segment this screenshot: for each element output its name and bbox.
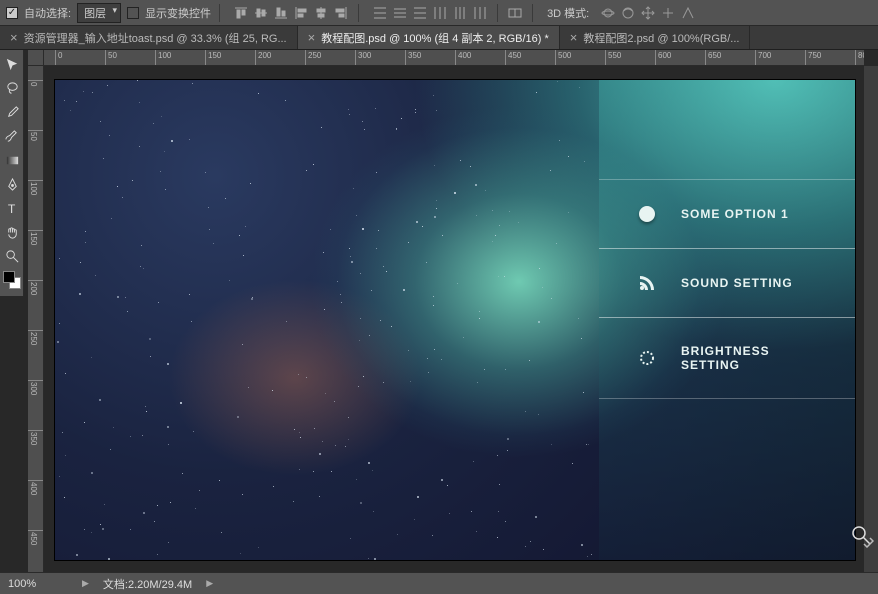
work-area: T 05010015020025030035040045050055060065…	[0, 50, 878, 572]
divider	[219, 4, 220, 22]
divider	[358, 4, 359, 22]
chevron-right-icon[interactable]: ▶	[206, 578, 213, 589]
align-top-icon[interactable]	[232, 4, 250, 22]
document-size-label: 文档:2.20M/29.4M	[103, 576, 192, 592]
lasso-tool-icon[interactable]	[1, 77, 23, 99]
dist-hcent-icon[interactable]	[451, 4, 469, 22]
orbit-3d-icon[interactable]	[599, 4, 617, 22]
menu-item-label: BRIGHTNESS SETTING	[681, 344, 831, 372]
close-icon[interactable]: ×	[10, 30, 18, 45]
distribute-group	[371, 4, 489, 22]
align-hcenter-icon[interactable]	[312, 4, 330, 22]
layer-target-select[interactable]: 图层	[77, 3, 121, 23]
align-right-icon[interactable]	[332, 4, 350, 22]
tab-document-0[interactable]: × 资源管理器_输入地址toast.psd @ 33.3% (组 25, RG.…	[0, 26, 298, 49]
dot-icon	[639, 206, 655, 222]
ruler-vertical[interactable]: 050100150200250300350400450500	[28, 66, 44, 572]
tab-label: 资源管理器_输入地址toast.psd @ 33.3% (组 25, RG...	[24, 30, 287, 46]
zoom-level-field[interactable]: 100%	[8, 578, 68, 590]
slide-3d-icon[interactable]	[659, 4, 677, 22]
chevron-right-icon[interactable]: ▶	[82, 578, 89, 589]
tab-document-1[interactable]: × 教程配图.psd @ 100% (组 4 副本 2, RGB/16) *	[298, 26, 560, 49]
zoom-tool-icon[interactable]	[1, 245, 23, 267]
zoom-3d-icon[interactable]	[679, 4, 697, 22]
svg-text:T: T	[7, 202, 15, 216]
ruler-origin[interactable]	[28, 50, 44, 66]
align-edges-group	[232, 4, 350, 22]
foreground-color-swatch[interactable]	[3, 271, 15, 283]
align-bottom-icon[interactable]	[272, 4, 290, 22]
type-tool-icon[interactable]: T	[1, 197, 23, 219]
ruler-horizontal[interactable]: 0501001502002503003504004505005506006507…	[44, 50, 864, 66]
align-vcenter-icon[interactable]	[252, 4, 270, 22]
artwork-menu: SOME OPTION 1 SOUND SETTING BRIGHTNESS S…	[599, 180, 855, 399]
close-icon[interactable]: ×	[308, 30, 316, 45]
menu-item-sound[interactable]: SOUND SETTING	[599, 248, 855, 318]
menu-item-label: SOUND SETTING	[681, 276, 793, 290]
tab-document-2[interactable]: × 教程配图2.psd @ 100%(RGB/...	[560, 26, 751, 49]
show-transform-checkbox[interactable]	[127, 7, 139, 19]
brightness-icon	[639, 350, 655, 366]
tab-label: 教程配图2.psd @ 100%(RGB/...	[583, 30, 739, 46]
options-bar: ✓ 自动选择: 图层 显示变换控件 3D 模式:	[0, 0, 878, 26]
canvas-viewport[interactable]: SOME OPTION 1 SOUND SETTING BRIGHTNESS S…	[44, 66, 864, 572]
close-icon[interactable]: ×	[570, 30, 578, 45]
show-transform-label: 显示变换控件	[145, 5, 211, 21]
scrollbar-vertical[interactable]	[864, 66, 878, 572]
document-tabs: × 资源管理器_输入地址toast.psd @ 33.3% (组 25, RG.…	[0, 26, 878, 50]
gradient-tool-icon[interactable]	[1, 149, 23, 171]
status-bar: 100% ▶ 文档:2.20M/29.4M ▶	[0, 572, 878, 594]
brush-tool-icon[interactable]	[1, 125, 23, 147]
align-left-icon[interactable]	[292, 4, 310, 22]
divider	[532, 4, 533, 22]
dist-top-icon[interactable]	[371, 4, 389, 22]
divider	[497, 4, 498, 22]
pan-3d-icon[interactable]	[639, 4, 657, 22]
auto-select-label: 自动选择:	[24, 5, 71, 21]
dist-left-icon[interactable]	[431, 4, 449, 22]
auto-align-icon[interactable]	[506, 4, 524, 22]
dist-bottom-icon[interactable]	[411, 4, 429, 22]
auto-select-checkbox[interactable]: ✓	[6, 7, 18, 19]
eyedropper-tool-icon[interactable]	[1, 101, 23, 123]
document-canvas[interactable]: SOME OPTION 1 SOUND SETTING BRIGHTNESS S…	[55, 80, 855, 560]
tool-strip: T	[0, 50, 24, 296]
mode3d-group	[599, 4, 697, 22]
dist-vcent-icon[interactable]	[391, 4, 409, 22]
color-swatches[interactable]	[1, 269, 23, 295]
dist-right-icon[interactable]	[471, 4, 489, 22]
menu-item-option1[interactable]: SOME OPTION 1	[599, 179, 855, 249]
pen-tool-icon[interactable]	[1, 173, 23, 195]
move-tool-icon[interactable]	[1, 53, 23, 75]
rss-icon	[639, 275, 655, 291]
menu-item-label: SOME OPTION 1	[681, 207, 789, 221]
menu-item-brightness[interactable]: BRIGHTNESS SETTING	[599, 317, 855, 399]
roll-3d-icon[interactable]	[619, 4, 637, 22]
mode3d-label: 3D 模式:	[547, 5, 589, 21]
tab-label: 教程配图.psd @ 100% (组 4 副本 2, RGB/16) *	[321, 30, 549, 46]
hand-tool-icon[interactable]	[1, 221, 23, 243]
